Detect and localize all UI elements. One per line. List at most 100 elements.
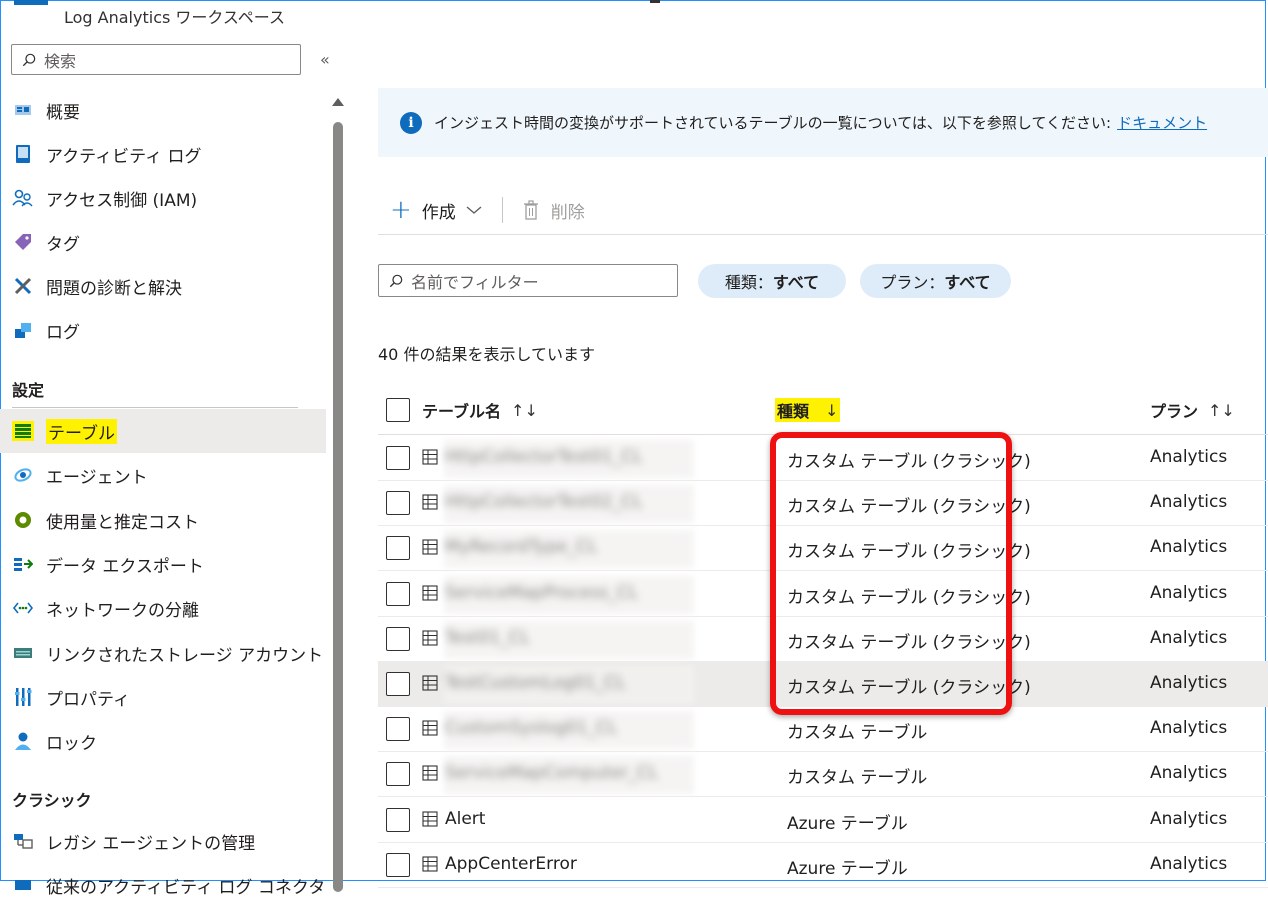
row-checkbox[interactable] [386,491,410,515]
scroll-up-arrow-icon[interactable] [332,98,344,106]
table-grid-icon [422,856,438,872]
column-header-plan[interactable]: プラン ↑↓ [1150,393,1235,427]
type-filter-pill[interactable]: 種類： すべて [698,264,846,298]
table-name-link[interactable]: TestCustomLog01_CL [445,673,625,693]
sidebar-item-label: エージェント [46,467,148,488]
sidebar-item-overview[interactable]: 概要 [0,88,326,132]
row-checkbox[interactable] [386,853,410,877]
toolbar-divider-line [378,234,1268,235]
row-checkbox[interactable] [386,762,410,786]
name-filter-placeholder: 名前でフィルター [411,272,539,292]
table-type-cell: カスタム テーブル (クラシック) [787,497,1031,517]
table-type-cell: Azure テーブル [787,814,908,834]
command-bar: + 作成 削除 [390,195,585,225]
select-all-checkbox[interactable] [386,398,410,422]
table-row[interactable]: CustomSyslog01_CL カスタム テーブル Analytics [378,707,1268,752]
table-row[interactable]: HttpCollectorTest02_CL カスタム テーブル (クラシック) A… [378,481,1268,526]
table-grid-icon [422,630,438,646]
overview-icon [12,100,34,120]
sidebar-scroll-thumb[interactable] [333,122,343,892]
sidebar-item-label: 問題の診断と解決 [46,278,182,299]
row-checkbox[interactable] [386,627,410,651]
trash-icon [523,200,538,220]
sidebar-item-label: 概要 [46,102,80,123]
table-name-link[interactable]: Test01_CL [445,628,530,648]
table-row[interactable]: ServiceMapComputer_CL カスタム テーブル Analytics [378,752,1268,797]
create-button[interactable]: + 作成 [390,197,482,223]
sort-icon: ↑↓ [511,400,538,420]
sidebar-item-locks[interactable]: ロック [0,719,326,763]
table-name-link[interactable]: CustomSyslog01_CL [445,718,617,738]
row-checkbox[interactable] [386,672,410,696]
sidebar-item-activity-log[interactable]: アクティビティ ログ [0,132,326,176]
table-name-link[interactable]: ServiceMapProcess_CL [445,583,638,603]
table-row[interactable]: ServiceMapProcess_CL カスタム テーブル (クラシック) Ana… [378,572,1268,617]
table-grid-icon [422,585,438,601]
table-row[interactable]: HttpCollectorTest01_CL カスタム テーブル (クラシック) A… [378,436,1268,481]
section-settings: 設定 [12,381,45,400]
row-checkbox[interactable] [386,582,410,606]
sidebar-item-iam[interactable]: アクセス制御 (IAM) [0,176,326,220]
table-icon [12,421,34,441]
table-row[interactable]: Alert Azure テーブル Analytics [378,798,1268,843]
sidebar-item-diagnose[interactable]: 問題の診断と解決 [0,264,326,308]
sidebar-item-tables[interactable]: テーブル [0,409,326,453]
sidebar-item-usage[interactable]: 使用量と推定コスト [0,498,326,542]
sidebar-item-label: データ エクスポート [46,556,204,577]
sidebar-item-legacy-connector[interactable]: 従来のアクティビティ ログ コネクタ [0,863,326,907]
usage-icon [12,510,34,530]
sidebar-search-input[interactable]: 検索 [11,44,301,75]
export-icon [12,554,34,574]
sidebar-item-label: ネットワークの分離 [46,600,199,621]
plan-filter-pill[interactable]: プラン： すべて [860,264,1011,298]
sidebar-item-legacy-agents[interactable]: レガシ エージェントの管理 [0,819,326,863]
documentation-link[interactable]: ドキュメント [1117,112,1207,133]
portal-menu-bar [14,0,48,5]
agent-icon [12,465,34,485]
chevron-down-icon [466,206,482,214]
table-name-link[interactable]: Alert [445,809,485,829]
sort-icon: ↑↓ [1208,400,1235,420]
row-checkbox[interactable] [386,536,410,560]
sidebar-item-logs[interactable]: ログ [0,308,326,352]
workspace-subtitle: Log Analytics ワークスペース [64,8,286,27]
table-grid-icon [422,811,438,827]
row-checkbox[interactable] [386,446,410,470]
table-name-link[interactable]: MyRecordType_CL [445,537,597,557]
sidebar-item-label: 従来のアクティビティ ログ コネクタ [46,877,326,898]
sidebar-item-label: テーブル [46,418,117,444]
table-row[interactable]: MyRecordType_CL カスタム テーブル (クラシック) Analytic… [378,526,1268,571]
sidebar-item-tags[interactable]: タグ [0,220,326,264]
sidebar-item-properties[interactable]: プロパティ [0,675,326,719]
sidebar-search-placeholder: 検索 [44,51,77,71]
delete-label: 削除 [550,202,585,223]
collapse-sidebar-icon[interactable]: « [320,50,330,69]
table-name-link[interactable]: AppCenterError [445,854,577,874]
sidebar-item-agents[interactable]: エージェント [0,453,326,497]
sidebar-item-network-isolation[interactable]: ネットワークの分離 [0,586,326,630]
tag-icon [12,232,34,252]
table-row[interactable]: AppCenterError Azure テーブル Analytics [378,843,1268,888]
info-icon: i [400,111,422,134]
table-name-link[interactable]: HttpCollectorTest01_CL [445,447,642,467]
legacy-connector-icon [12,875,34,895]
sidebar-item-data-export[interactable]: データ エクスポート [0,542,326,586]
row-checkbox[interactable] [386,808,410,832]
row-checkbox[interactable] [386,717,410,741]
sidebar-item-linked-storage[interactable]: リンクされたストレージ アカウント [0,631,326,675]
column-plan-label: プラン [1150,402,1199,421]
toolbar-divider [501,197,503,223]
sidebar-item-label: アクティビティ ログ [46,146,202,167]
name-filter-input[interactable]: 名前でフィルター [378,264,678,297]
table-grid-icon [422,765,438,781]
table-row[interactable]: Test01_CL カスタム テーブル (クラシック) Analytics [378,617,1268,662]
table-row[interactable]: TestCustomLog01_CL カスタム テーブル (クラシック) Analy… [378,662,1268,707]
table-grid-icon [422,494,438,510]
table-name-link[interactable]: ServiceMapComputer_CL [445,763,658,783]
column-header-type[interactable]: 種類 ↓ [775,393,841,427]
table-type-cell: カスタム テーブル (クラシック) [787,452,1031,472]
column-header-name[interactable]: テーブル名 ↑↓ [386,393,538,427]
table-name-link[interactable]: HttpCollectorTest02_CL [445,492,642,512]
sort-down-icon: ↓ [825,400,839,420]
delete-button[interactable]: 削除 [523,198,585,223]
